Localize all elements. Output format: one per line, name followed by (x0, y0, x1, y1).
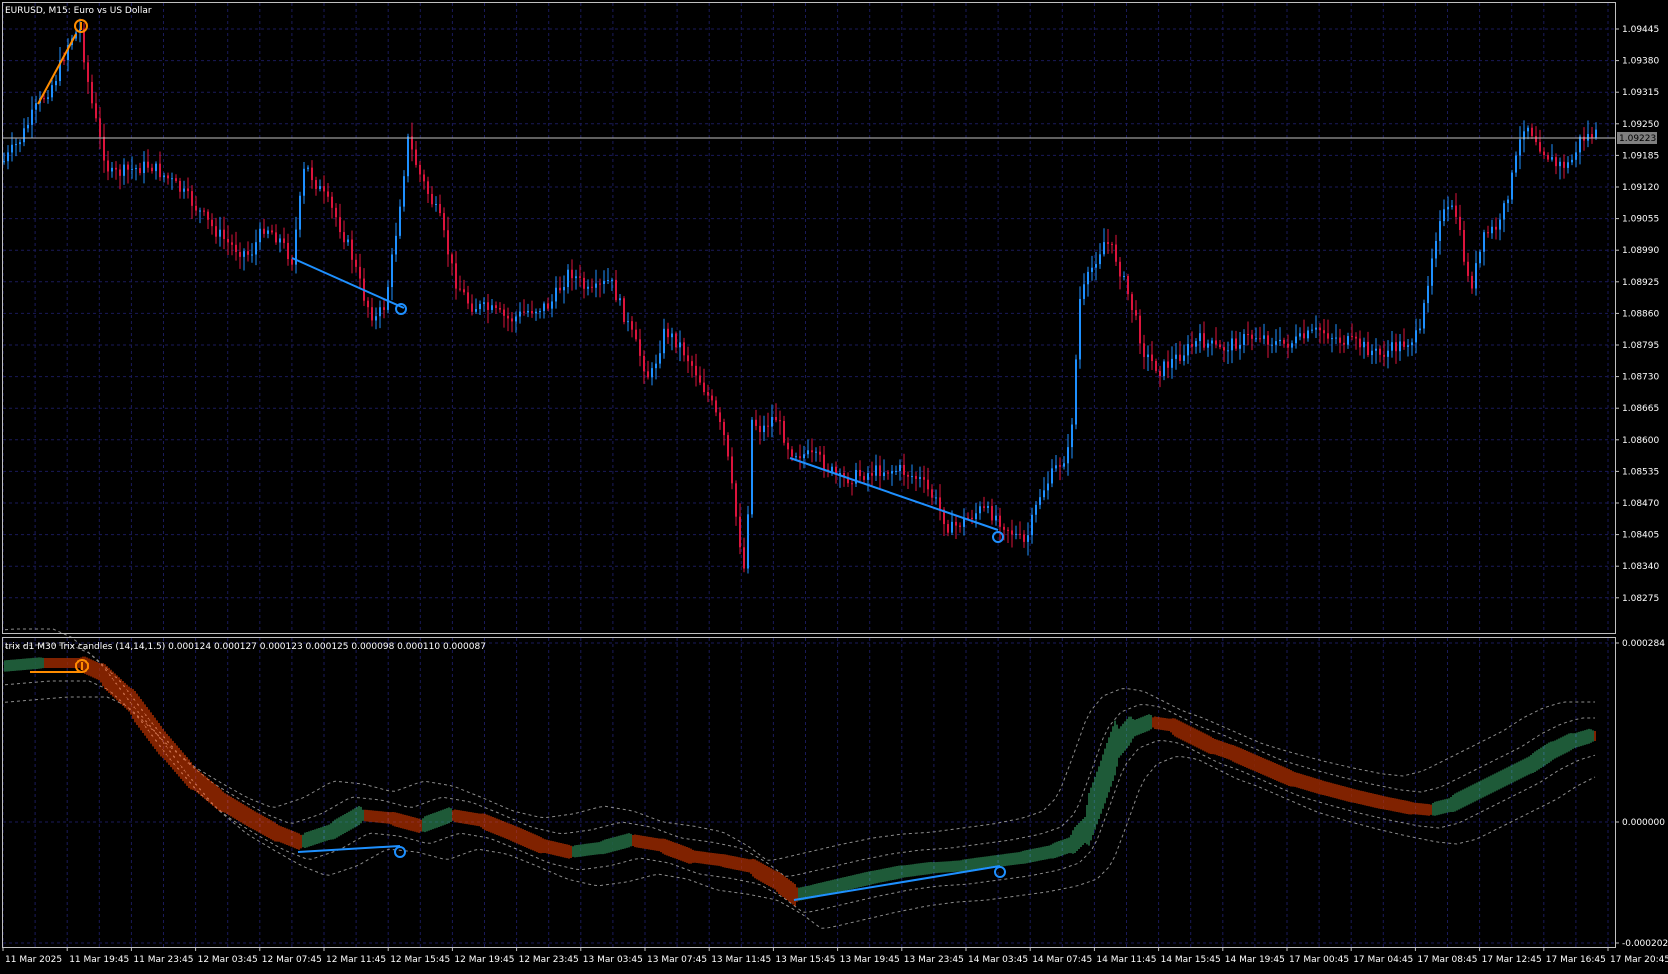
time-label: 13 Mar 15:45 (775, 955, 835, 965)
price-label: 1.08665 (1622, 404, 1659, 414)
time-label: 14 Mar 11:45 (1096, 955, 1156, 965)
trix-divergence-line-1 (297, 845, 401, 853)
price-axis: 1.09445 1.09380 1.09315 1.09250 1.09185 1.091… (1615, 25, 1659, 604)
time-label: 12 Mar 15:45 (390, 955, 450, 965)
price-label: 1.08535 (1622, 467, 1659, 477)
time-label: 17 Mar 04:45 (1353, 955, 1413, 965)
time-label: 17 Mar 08:45 (1417, 955, 1477, 965)
price-label: 1.08925 (1622, 278, 1659, 288)
time-label: 17 Mar 16:45 (1546, 955, 1606, 965)
trix-bands (4, 628, 1596, 929)
time-label: 12 Mar 19:45 (454, 955, 514, 965)
divergence-line-1 (291, 257, 405, 309)
time-axis: 11 Mar 2025 11 Mar 19:45 11 Mar 23:45 12 Ma… (2, 947, 1668, 965)
time-label: 13 Mar 23:45 (904, 955, 964, 965)
price-label: 1.08275 (1622, 594, 1659, 604)
current-price-text: 1.09223 (1619, 134, 1656, 144)
time-label: 12 Mar 07:45 (262, 955, 322, 965)
price-label: 1.08860 (1622, 309, 1659, 319)
time-label: 12 Mar 03:45 (198, 955, 258, 965)
time-label: 11 Mar 19:45 (69, 955, 129, 965)
time-label: 14 Mar 07:45 (1032, 955, 1092, 965)
price-label: 1.09315 (1622, 88, 1659, 98)
price-label: 1.08405 (1622, 531, 1659, 541)
price-label: 1.08990 (1622, 246, 1659, 256)
price-label: 1.09445 (1622, 25, 1659, 35)
indicator-scale-label: -0.000202 (1622, 939, 1668, 949)
sub-panel-frame (2, 637, 1616, 948)
indicator-scale-label: 0.000000 (1622, 818, 1665, 828)
price-label: 1.09185 (1622, 151, 1659, 161)
divergence-line-2 (789, 457, 999, 531)
arrow-up-icon (994, 866, 1006, 878)
time-label: 11 Mar 2025 (5, 955, 62, 965)
arrow-down-icon (75, 659, 89, 673)
indicator-title: trix d1 M30 Trix candles (14,14,1.5) 0.0… (5, 642, 486, 652)
time-label: 12 Mar 11:45 (326, 955, 386, 965)
time-label: 17 Mar 20:45 (1610, 955, 1668, 965)
time-label: 13 Mar 11:45 (711, 955, 771, 965)
arrow-up-icon (394, 846, 406, 858)
time-label: 17 Mar 12:45 (1482, 955, 1542, 965)
time-label: 11 Mar 23:45 (133, 955, 193, 965)
time-label: 14 Mar 03:45 (968, 955, 1028, 965)
price-label: 1.08730 (1622, 373, 1659, 383)
price-label: 1.08600 (1622, 436, 1659, 446)
divergence-line-top (37, 33, 77, 105)
time-label: 14 Mar 19:45 (1225, 955, 1285, 965)
chart-canvas[interactable]: EURUSD, M15: Euro vs US Dollar trix d1 M… (0, 0, 1668, 974)
time-label: 13 Mar 03:45 (583, 955, 643, 965)
arrow-up-icon (395, 303, 407, 315)
time-label: 13 Mar 07:45 (647, 955, 707, 965)
chart-window[interactable]: EURUSD, M15: Euro vs US Dollar trix d1 M… (0, 0, 1668, 974)
indicator-axis: 0.000284 0.000000 -0.000202 (1615, 639, 1668, 949)
price-label: 1.08470 (1622, 499, 1659, 509)
price-label: 1.09380 (1622, 57, 1659, 67)
time-label: 13 Mar 19:45 (840, 955, 900, 965)
current-price-label: 1.09223 (1617, 132, 1657, 144)
indicator-scale-label: 0.000284 (1622, 639, 1665, 649)
price-label: 1.08795 (1622, 341, 1659, 351)
time-label: 14 Mar 15:45 (1161, 955, 1221, 965)
price-candles (3, 18, 1597, 574)
trix-candles (4, 656, 1596, 906)
price-label: 1.08340 (1622, 562, 1659, 572)
price-label: 1.09250 (1622, 120, 1659, 130)
price-label: 1.09055 (1622, 215, 1659, 225)
chart-title: EURUSD, M15: Euro vs US Dollar (5, 6, 152, 16)
time-label: 12 Mar 23:45 (519, 955, 579, 965)
price-label: 1.09120 (1622, 183, 1659, 193)
main-panel-frame (2, 2, 1616, 634)
time-label: 17 Mar 00:45 (1289, 955, 1349, 965)
